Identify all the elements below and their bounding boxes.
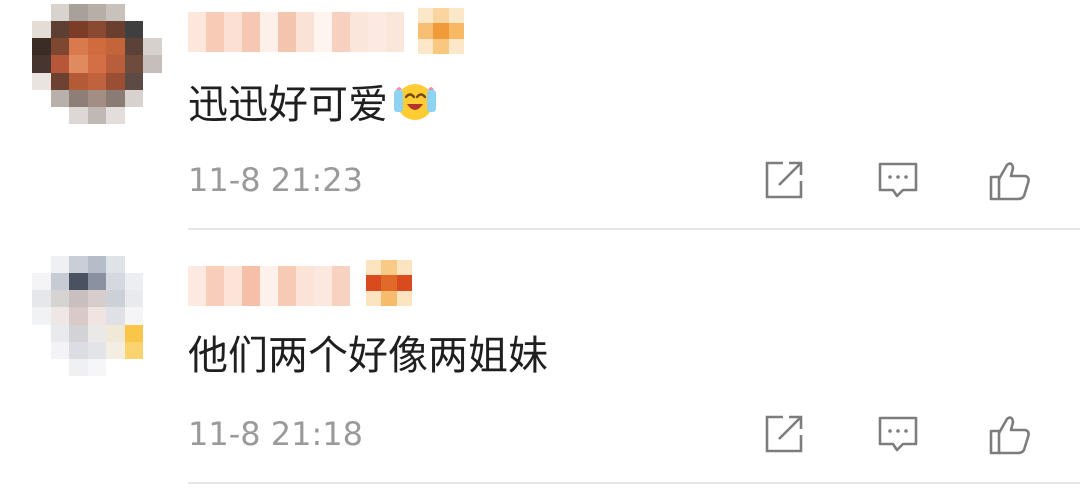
share-icon <box>765 415 803 453</box>
comment-timestamp: 11-8 21:18 <box>188 415 364 453</box>
user-badge-icon <box>366 260 412 306</box>
comment-button[interactable] <box>874 156 922 204</box>
username-blurred[interactable] <box>188 12 404 52</box>
comment-icon <box>878 416 918 452</box>
like-icon <box>989 162 1030 201</box>
divider <box>188 228 1080 230</box>
like-button[interactable] <box>986 410 1034 458</box>
comment-item: 迅迅好可爱 11-8 21:23 <box>0 0 1080 246</box>
comment-icon <box>878 162 918 198</box>
happy-face-with-tears-emoji <box>394 84 436 120</box>
comment-text-content: 迅迅好可爱 <box>188 82 388 128</box>
share-icon <box>765 161 803 199</box>
comment-item: 他们两个好像两姐妹 11-8 21:18 <box>0 252 1080 498</box>
user-badge-icon <box>418 8 464 54</box>
comment-timestamp: 11-8 21:23 <box>188 161 364 199</box>
avatar[interactable] <box>32 4 162 124</box>
share-button[interactable] <box>760 156 808 204</box>
username-blurred[interactable] <box>188 266 350 306</box>
comment-text: 迅迅好可爱 <box>188 78 438 129</box>
like-button[interactable] <box>986 156 1034 204</box>
share-button[interactable] <box>760 410 808 458</box>
like-icon <box>989 416 1030 455</box>
avatar[interactable] <box>32 256 162 376</box>
comment-text: 他们两个好像两姐妹 <box>188 333 548 379</box>
divider <box>188 482 1080 484</box>
comment-button[interactable] <box>874 410 922 458</box>
